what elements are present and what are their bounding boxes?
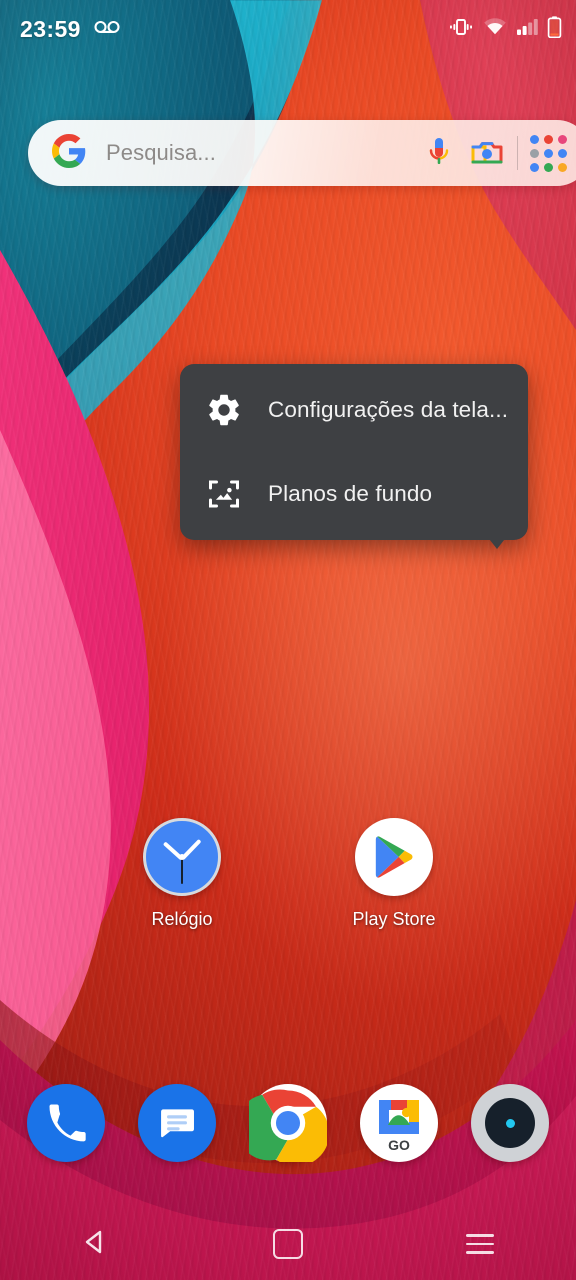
battery-icon [547,15,562,43]
recents-nav-button[interactable] [384,1208,576,1280]
chrome-app-icon [249,1084,327,1162]
dock-item-chrome[interactable] [248,1084,328,1162]
settings-gear-icon [202,388,246,432]
app-label: Play Store [352,909,436,929]
phone-app-icon [27,1084,105,1162]
back-nav-button[interactable] [0,1208,192,1280]
apps-grid-dots [529,134,567,172]
gallery-go-app-icon: GO [360,1084,438,1162]
dock-item-camera[interactable] [470,1084,550,1162]
back-triangle-icon [80,1226,112,1263]
play-store-app-icon [355,818,433,896]
home-nav-button[interactable] [192,1208,384,1280]
apps-grid-dot [543,134,553,144]
apps-grid-dot [529,148,539,158]
google-search-bar[interactable]: Pesquisa... [28,120,576,186]
recents-lines-icon [466,1234,494,1254]
navigation-bar [0,1208,576,1280]
google-lens-camera-icon[interactable] [463,129,511,177]
search-bar-divider [517,136,518,170]
google-g-icon [52,133,86,173]
home-screen-context-menu[interactable]: Configurações da tela... Planos de fundo [180,364,528,549]
dock: GO [0,1084,576,1162]
cellular-signal-icon [516,17,538,41]
popup-tail-pointer [486,535,508,549]
app-icon-play-store[interactable]: Play Store [324,818,464,930]
dock-item-gallery-go[interactable]: GO [359,1084,439,1162]
apps-grid-dot [557,162,567,172]
app-label: Relógio [151,909,213,929]
menu-item-label: Planos de fundo [268,481,433,506]
microphone-icon[interactable] [415,129,463,177]
wallpaper-image-icon [202,472,246,516]
app-icon-clock[interactable]: Relógio [112,818,252,930]
apps-grid-dot [543,148,553,158]
menu-item-display-settings[interactable]: Configurações da tela... [180,368,528,452]
search-input-placeholder[interactable]: Pesquisa... [106,140,415,166]
clock-app-icon [143,818,221,896]
dock-item-messages[interactable] [137,1084,217,1162]
apps-grid-dot [557,134,567,144]
status-bar-clock: 23:59 [20,15,81,42]
wifi-icon [483,17,507,41]
camera-app-icon [471,1084,549,1162]
menu-item-wallpapers[interactable]: Planos de fundo [180,452,528,536]
vibrate-icon [448,17,474,42]
gallery-go-badge-text: GO [388,1137,410,1153]
apps-grid-dot [557,148,567,158]
messages-app-icon [138,1084,216,1162]
android-home-screen: 23:59 Pesquisa... Configurações da tela.… [0,0,576,1280]
dock-item-phone[interactable] [26,1084,106,1162]
apps-grid-dot [529,134,539,144]
menu-item-label: Configurações da tela... [268,397,506,422]
home-square-icon [273,1229,303,1259]
voicemail-icon [94,19,120,40]
status-bar: 23:59 [0,0,576,58]
google-apps-grid-icon[interactable] [524,129,572,177]
apps-grid-dot [529,162,539,172]
apps-grid-dot [543,162,553,172]
